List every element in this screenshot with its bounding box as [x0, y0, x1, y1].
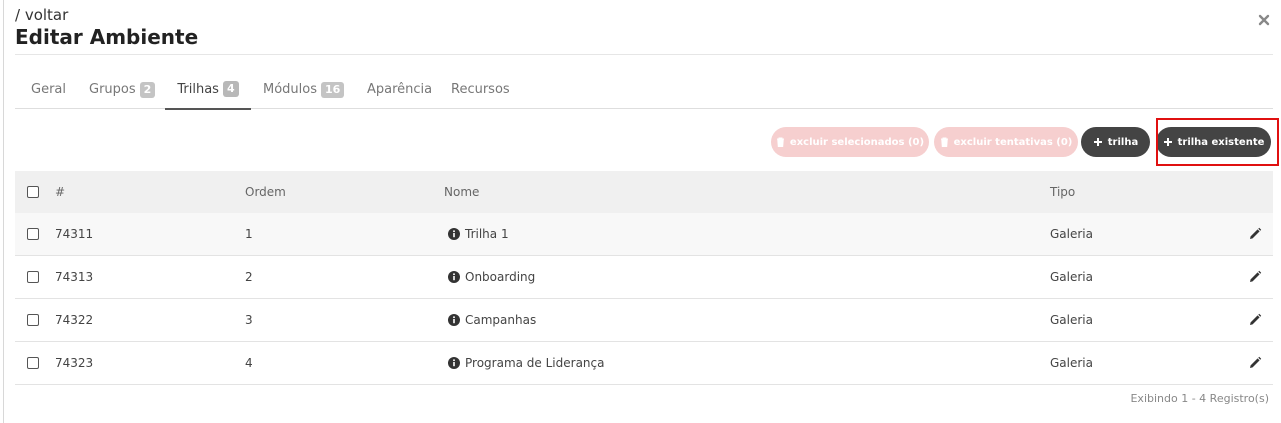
tab-grupos[interactable]: Grupos 2: [89, 70, 156, 109]
row-name: Trilha 1: [465, 227, 509, 241]
tab-modulos[interactable]: Módulos 16: [263, 70, 345, 109]
row-name-cell: Programa de Liderança: [448, 342, 604, 384]
tab-aparencia[interactable]: Aparência: [367, 70, 432, 109]
info-icon[interactable]: [448, 314, 460, 326]
tab-label: Geral: [31, 82, 66, 97]
row-order: 3: [245, 313, 253, 327]
button-label: excluir tentativas (0): [953, 136, 1073, 148]
row-id: 74323: [55, 356, 94, 370]
highlight-box: [1156, 118, 1279, 166]
edit-icon[interactable]: [1248, 356, 1262, 373]
table-row: 74322 3 Campanhas Galeria: [15, 299, 1273, 342]
edit-environment-modal: / voltar Editar Ambiente Geral Grupos 2 …: [3, 0, 1281, 423]
column-header-name: Nome: [444, 185, 480, 199]
tab-bar: Geral Grupos 2 Trilhas 4 Módulos 16 Apar…: [15, 70, 1273, 110]
row-checkbox[interactable]: [27, 228, 39, 240]
row-type: Galeria: [1050, 270, 1093, 284]
table-row: 74311 1 Trilha 1 Galeria: [15, 213, 1273, 256]
edit-icon[interactable]: [1248, 227, 1262, 244]
row-type: Galeria: [1050, 356, 1093, 370]
count-badge: 2: [139, 81, 156, 98]
button-label: trilha: [1107, 136, 1139, 148]
row-id: 74311: [55, 227, 94, 241]
tab-label: Grupos: [89, 82, 136, 97]
table-row: 74313 2 Onboarding Galeria: [15, 256, 1273, 299]
table-row: 74323 4 Programa de Liderança Galeria: [15, 342, 1273, 385]
tab-geral[interactable]: Geral: [31, 70, 66, 109]
column-header-type: Tipo: [1050, 185, 1076, 199]
edit-icon[interactable]: [1248, 270, 1262, 287]
back-link[interactable]: / voltar: [15, 6, 68, 24]
tab-label: Aparência: [367, 82, 433, 97]
column-header-order: Ordem: [245, 185, 286, 199]
row-name-cell: Onboarding: [448, 256, 535, 298]
delete-attempts-button[interactable]: excluir tentativas (0): [934, 127, 1078, 157]
count-badge: 16: [321, 81, 345, 98]
header-divider: [15, 54, 1273, 55]
row-name-cell: Trilha 1: [448, 213, 509, 255]
row-id: 74322: [55, 313, 94, 327]
row-checkbox[interactable]: [27, 271, 39, 283]
info-icon[interactable]: [448, 271, 460, 283]
tab-label: Módulos: [263, 82, 317, 97]
edit-icon[interactable]: [1248, 313, 1262, 330]
select-all-checkbox[interactable]: [27, 186, 39, 198]
tab-label: Recursos: [451, 82, 510, 97]
column-header-id: #: [55, 185, 66, 199]
row-id: 74313: [55, 270, 94, 284]
row-checkbox[interactable]: [27, 314, 39, 326]
row-name: Onboarding: [465, 270, 536, 284]
button-label: excluir selecionados (0): [789, 136, 925, 148]
pagination-info: Exibindo 1 - 4 Registro(s): [1130, 392, 1269, 405]
info-icon[interactable]: [448, 357, 460, 369]
row-order: 4: [245, 356, 253, 370]
tab-label: Trilhas: [177, 81, 219, 97]
row-name-cell: Campanhas: [448, 299, 536, 341]
row-order: 1: [245, 227, 253, 241]
row-checkbox[interactable]: [27, 357, 39, 369]
trash-icon: [940, 137, 949, 147]
trails-table: # Ordem Nome Tipo 74311 1 Trilha 1 Galer…: [15, 171, 1273, 385]
add-trail-button[interactable]: trilha: [1081, 127, 1150, 157]
count-badge: 4: [222, 81, 239, 97]
delete-selected-button[interactable]: excluir selecionados (0): [771, 127, 929, 157]
info-icon[interactable]: [448, 228, 460, 240]
row-type: Galeria: [1050, 227, 1093, 241]
page-title: Editar Ambiente: [15, 25, 199, 49]
tab-trilhas[interactable]: Trilhas 4: [165, 70, 251, 110]
row-name: Programa de Liderança: [465, 356, 605, 370]
close-icon: [1258, 14, 1270, 26]
table-header: # Ordem Nome Tipo: [15, 171, 1273, 213]
row-type: Galeria: [1050, 313, 1093, 327]
plus-icon: [1093, 137, 1103, 147]
row-name: Campanhas: [465, 313, 537, 327]
close-button[interactable]: [1256, 12, 1272, 28]
trash-icon: [776, 137, 785, 147]
tab-recursos[interactable]: Recursos: [451, 70, 510, 109]
row-order: 2: [245, 270, 253, 284]
